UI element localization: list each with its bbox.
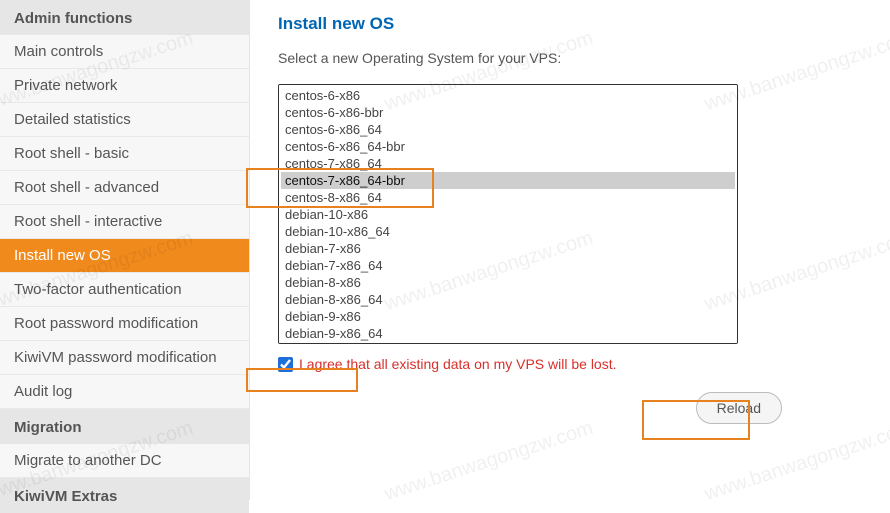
os-option[interactable]: centos-6-x86 [281,87,735,104]
os-option[interactable]: debian-7-x86_64 [281,257,735,274]
os-option[interactable]: debian-10-x86_64 [281,223,735,240]
os-option[interactable]: centos-7-x86_64 [281,155,735,172]
sidebar-item[interactable]: Root shell - advanced [0,171,249,205]
sidebar-item[interactable]: Two-factor authentication [0,273,249,307]
sidebar-item[interactable]: Install new OS [0,239,249,273]
os-option[interactable]: debian-7-x86 [281,240,735,257]
main-panel: Install new OS Select a new Operating Sy… [250,0,890,500]
sidebar-section-header: Admin functions [0,0,249,35]
sidebar-section-header: Migration [0,409,249,444]
os-option[interactable]: centos-7-x86_64-bbr [281,172,735,189]
sidebar-item[interactable]: Private network [0,69,249,103]
os-option[interactable]: centos-8-x86_64 [281,189,735,206]
instruction-text: Select a new Operating System for your V… [278,50,862,66]
os-option[interactable]: debian-8-x86_64 [281,291,735,308]
sidebar-section-header: KiwiVM Extras [0,478,249,513]
os-option[interactable]: debian-10-x86 [281,206,735,223]
agree-label[interactable]: I agree that all existing data on my VPS… [299,356,617,372]
sidebar-item[interactable]: Root shell - basic [0,137,249,171]
os-option[interactable]: debian-9-x86_64 [281,325,735,342]
sidebar-item[interactable]: KiwiVM password modification [0,341,249,375]
os-option[interactable]: debian-8-x86 [281,274,735,291]
os-option[interactable]: centos-6-x86_64-bbr [281,138,735,155]
sidebar-item[interactable]: Audit log [0,375,249,409]
sidebar-item[interactable]: Root password modification [0,307,249,341]
sidebar-item[interactable]: Detailed statistics [0,103,249,137]
os-select[interactable]: centos-6-x86centos-6-x86-bbrcentos-6-x86… [278,84,738,344]
sidebar: Admin functionsMain controlsPrivate netw… [0,0,250,500]
sidebar-item[interactable]: Main controls [0,35,249,69]
agree-checkbox[interactable] [278,357,293,372]
page-title: Install new OS [278,14,862,34]
sidebar-item[interactable]: Migrate to another DC [0,444,249,478]
sidebar-item[interactable]: Root shell - interactive [0,205,249,239]
os-option[interactable]: centos-6-x86-bbr [281,104,735,121]
os-option[interactable]: centos-6-x86_64 [281,121,735,138]
os-option[interactable]: debian-9-x86 [281,308,735,325]
reload-button[interactable]: Reload [696,392,782,424]
